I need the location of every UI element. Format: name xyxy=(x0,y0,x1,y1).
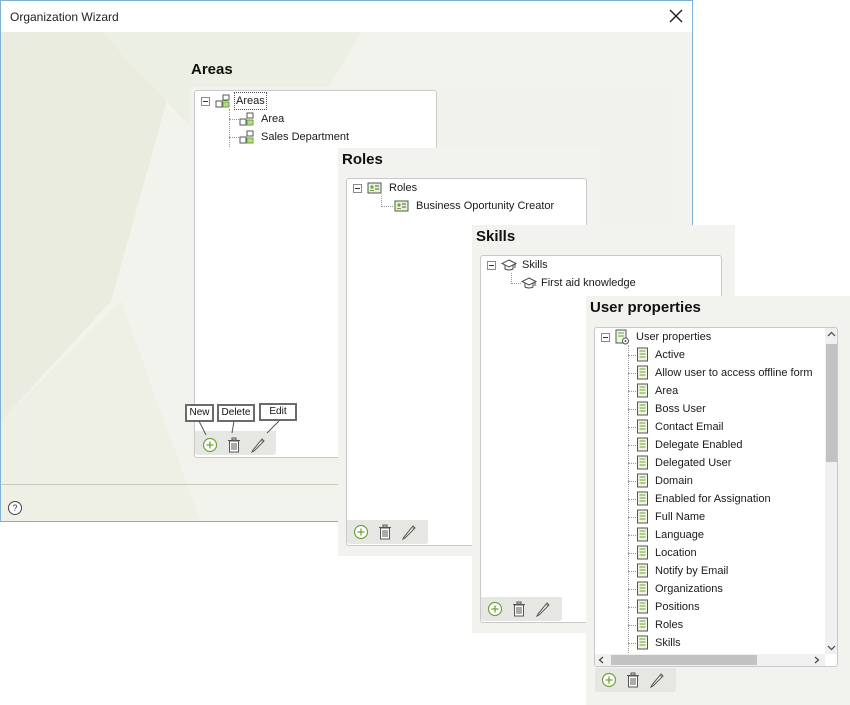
property-icon xyxy=(637,365,648,380)
roles-toolbar xyxy=(347,520,428,544)
help-icon[interactable]: ? xyxy=(8,501,22,515)
roles-title: Roles xyxy=(342,151,383,168)
property-icon xyxy=(637,545,648,560)
graduation-cap-icon xyxy=(501,259,517,271)
property-icon xyxy=(637,383,648,398)
tree-node-label: Sales Department xyxy=(261,131,350,143)
new-icon[interactable] xyxy=(353,524,369,540)
new-icon[interactable] xyxy=(202,437,218,453)
property-icon xyxy=(637,635,648,650)
tree-node-label: Area xyxy=(655,385,679,397)
edit-icon[interactable] xyxy=(250,437,266,453)
tree-node-label: Organizations xyxy=(655,583,723,595)
new-icon[interactable] xyxy=(487,601,503,617)
area-icon xyxy=(215,94,230,108)
vertical-scroll-thumb[interactable] xyxy=(826,344,837,462)
tree-node-label: Delegated User xyxy=(655,457,732,469)
property-icon xyxy=(637,617,648,632)
area-icon xyxy=(239,130,254,144)
property-icon xyxy=(637,437,648,452)
user-properties-panel: User properties User properties Active Al… xyxy=(586,296,850,705)
tree-node-label: Positions xyxy=(655,601,700,613)
property-icon xyxy=(637,419,648,434)
property-icon xyxy=(637,527,648,542)
property-icon xyxy=(637,401,648,416)
delete-icon[interactable] xyxy=(511,601,527,617)
window-title: Organization Wizard xyxy=(10,10,119,24)
delete-icon[interactable] xyxy=(377,524,393,540)
collapse-icon[interactable] xyxy=(353,184,362,193)
property-icon xyxy=(637,491,648,506)
scroll-up-icon[interactable] xyxy=(825,328,838,341)
property-icon xyxy=(637,509,648,524)
delete-icon[interactable] xyxy=(226,437,242,453)
horizontal-scrollbar[interactable] xyxy=(595,654,825,666)
vertical-scrollbar[interactable] xyxy=(825,328,838,654)
skills-toolbar xyxy=(481,597,562,621)
tree-node-label: Boss User xyxy=(655,403,706,415)
areas-title: Areas xyxy=(191,61,233,78)
edit-icon[interactable] xyxy=(401,524,417,540)
property-icon xyxy=(637,599,648,614)
scroll-left-icon[interactable] xyxy=(595,654,608,666)
edit-callout: Edit xyxy=(259,403,297,421)
tree-node-label: First aid knowledge xyxy=(541,277,636,289)
property-icon xyxy=(637,473,648,488)
close-icon[interactable] xyxy=(666,6,686,26)
tree-node-label: Delegate Enabled xyxy=(655,439,743,451)
collapse-icon[interactable] xyxy=(487,261,496,270)
title-bar: Organization Wizard xyxy=(1,1,692,32)
graduation-cap-icon xyxy=(521,277,537,289)
role-icon xyxy=(394,200,409,212)
new-icon[interactable] xyxy=(601,672,617,688)
user-properties-title: User properties xyxy=(590,299,701,316)
delete-icon[interactable] xyxy=(625,672,641,688)
user-properties-toolbar xyxy=(595,668,676,692)
edit-icon[interactable] xyxy=(649,672,665,688)
tree-node-label: Allow user to access offline form xyxy=(655,367,813,379)
tree-node-label: User properties xyxy=(636,331,712,343)
property-icon xyxy=(637,455,648,470)
new-callout: New xyxy=(185,404,214,422)
horizontal-scroll-thumb[interactable] xyxy=(611,655,757,665)
skills-title: Skills xyxy=(476,228,516,245)
tree-node-label: Roles xyxy=(389,182,418,194)
tree-node-label: Area xyxy=(261,113,285,125)
scroll-right-icon[interactable] xyxy=(810,654,823,666)
property-icon xyxy=(637,563,648,578)
user-properties-icon xyxy=(615,329,629,345)
tree-node-label: Roles xyxy=(655,619,684,631)
area-icon xyxy=(239,112,254,126)
scroll-down-icon[interactable] xyxy=(825,641,838,654)
edit-icon[interactable] xyxy=(535,601,551,617)
property-icon xyxy=(637,581,648,596)
tree-node-label: Skills xyxy=(655,637,681,649)
tree-node-label: Location xyxy=(655,547,697,559)
collapse-icon[interactable] xyxy=(201,97,210,106)
tree-node-label: Enabled for Assignation xyxy=(655,493,771,505)
delete-callout: Delete xyxy=(217,404,255,422)
user-properties-tree[interactable]: User properties Active Allow user to acce… xyxy=(594,327,838,667)
tree-node-label: Notify by Email xyxy=(655,565,729,577)
tree-node-label: Domain xyxy=(655,475,693,487)
tree-node-label: Language xyxy=(655,529,704,541)
footer-divider xyxy=(1,484,339,485)
tree-node-label: Active xyxy=(655,349,685,361)
tree-node-label: Full Name xyxy=(655,511,706,523)
role-icon xyxy=(367,182,382,194)
tree-node-label: Contact Email xyxy=(655,421,724,433)
tree-node-label: Business Oportunity Creator xyxy=(416,200,555,212)
tree-node-label: Skills xyxy=(522,259,548,271)
collapse-icon[interactable] xyxy=(601,333,610,342)
tree-node-label: Areas xyxy=(234,92,267,110)
property-icon xyxy=(637,347,648,362)
